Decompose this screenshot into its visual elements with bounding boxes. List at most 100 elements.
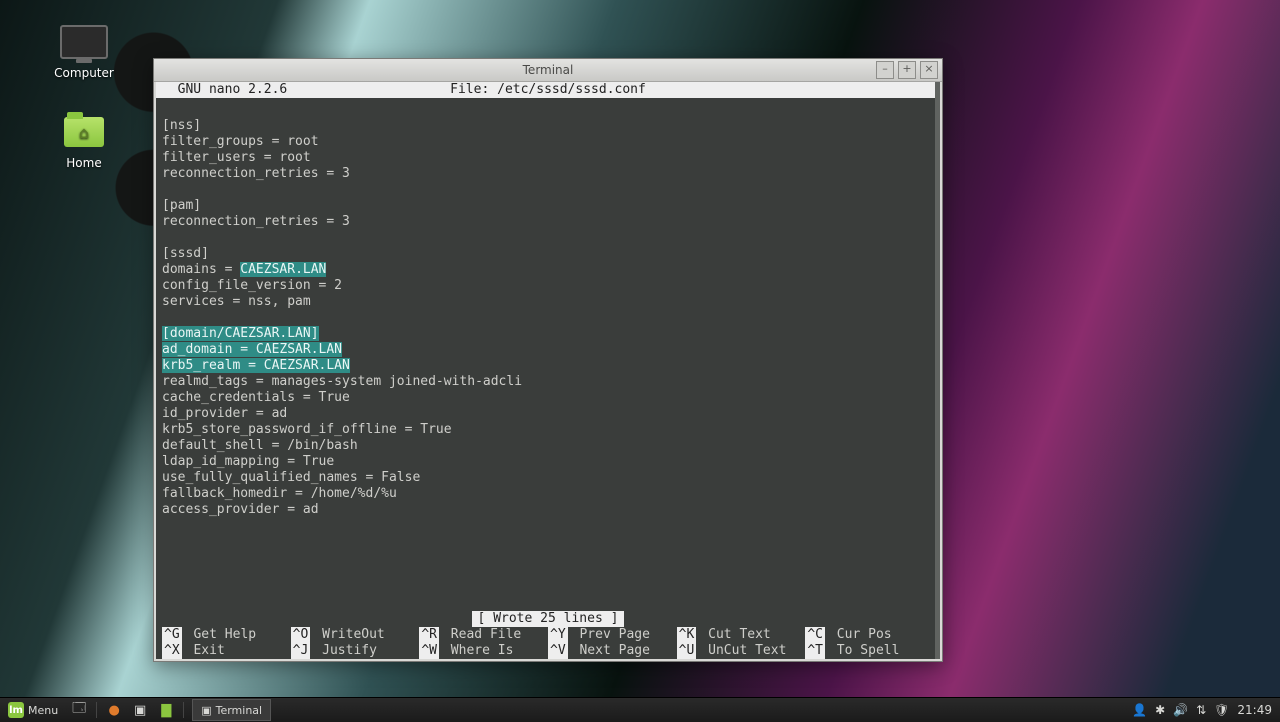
- window-titlebar[interactable]: Terminal – + ×: [154, 59, 942, 82]
- shortcut-key: ^W: [419, 643, 439, 659]
- home-folder-icon: [64, 117, 104, 147]
- nano-shortcut: ^W Where Is: [419, 643, 548, 659]
- nano-shortcut: ^Y Prev Page: [548, 627, 677, 643]
- nano-shortcut: ^R Read File: [419, 627, 548, 643]
- editor-line: id_provider = ad: [162, 406, 934, 422]
- shortcut-key: ^G: [162, 627, 182, 643]
- window-maximize-button[interactable]: +: [898, 61, 916, 79]
- editor-line: [162, 182, 934, 198]
- shortcut-label: UnCut Text: [700, 643, 786, 659]
- nano-shortcut: ^U UnCut Text: [677, 643, 806, 659]
- terminal-body[interactable]: GNU nano 2.2.6 File: /etc/sssd/sssd.conf…: [156, 82, 940, 659]
- editor-line: services = nss, pam: [162, 294, 934, 310]
- desktop-icon-computer[interactable]: Computer: [44, 22, 124, 80]
- network-tray-icon[interactable]: ⇅: [1196, 703, 1206, 717]
- editor-line: config_file_version = 2: [162, 278, 934, 294]
- nano-status-message: [ Wrote 25 lines ]: [472, 611, 625, 627]
- taskbar[interactable]: lm Menu 🗔 ● ▣ ▇ ▣ Terminal 👤 ✱ 🔊 ⇅ 🛡 21:…: [0, 697, 1280, 722]
- editor-line: krb5_store_password_if_offline = True: [162, 422, 934, 438]
- nano-shortcut-bar: ^G Get Help^O WriteOut^R Read File^Y Pre…: [162, 627, 934, 659]
- taskbar-separator: [183, 702, 184, 718]
- editor-line: cache_credentials = True: [162, 390, 934, 406]
- taskbar-separator: [96, 702, 97, 718]
- taskbar-task-terminal[interactable]: ▣ Terminal: [192, 699, 271, 721]
- system-tray: 👤 ✱ 🔊 ⇅ 🛡 21:49: [1132, 703, 1280, 717]
- shortcut-label: Cut Text: [700, 627, 770, 643]
- shortcut-key: ^V: [548, 643, 568, 659]
- nano-shortcut: ^V Next Page: [548, 643, 677, 659]
- shortcut-key: ^C: [805, 627, 825, 643]
- editor-line: [pam]: [162, 198, 934, 214]
- shortcut-label: Read File: [443, 627, 521, 643]
- desktop-icon-label: Home: [44, 156, 124, 170]
- shortcut-key: ^K: [677, 627, 697, 643]
- editor-line: [162, 310, 934, 326]
- show-desktop-button[interactable]: 🗔: [69, 700, 89, 720]
- shortcut-key: ^Y: [548, 627, 568, 643]
- editor-line: filter_users = root: [162, 150, 934, 166]
- volume-tray-icon[interactable]: 🔊: [1173, 703, 1188, 717]
- editor-line: ldap_id_mapping = True: [162, 454, 934, 470]
- nano-editor-content[interactable]: [nss]filter_groups = rootfilter_users = …: [156, 98, 940, 518]
- editor-line: krb5_realm = CAEZSAR.LAN: [162, 358, 934, 374]
- window-minimize-button[interactable]: –: [876, 61, 894, 79]
- shortcut-key: ^X: [162, 643, 182, 659]
- nano-shortcut: ^G Get Help: [162, 627, 291, 643]
- window-title: Terminal: [523, 63, 574, 77]
- shortcut-key: ^R: [419, 627, 439, 643]
- shortcut-label: To Spell: [829, 643, 899, 659]
- editor-line: ad_domain = CAEZSAR.LAN: [162, 342, 934, 358]
- nano-header: GNU nano 2.2.6 File: /etc/sssd/sssd.conf: [156, 82, 940, 98]
- editor-line: realmd_tags = manages-system joined-with…: [162, 374, 934, 390]
- shortcut-key: ^J: [291, 643, 311, 659]
- taskbar-task-label: Terminal: [216, 704, 263, 717]
- desktop-icon-home[interactable]: Home: [44, 112, 124, 170]
- nano-shortcut: ^T To Spell: [805, 643, 934, 659]
- editor-line: [162, 102, 934, 118]
- editor-line: domains = CAEZSAR.LAN: [162, 262, 934, 278]
- editor-line: access_provider = ad: [162, 502, 934, 518]
- menu-label: Menu: [28, 704, 58, 717]
- shield-tray-icon[interactable]: 🛡: [1214, 703, 1229, 717]
- nano-shortcut: ^O WriteOut: [291, 627, 420, 643]
- shortcut-label: Next Page: [572, 643, 650, 659]
- editor-line: default_shell = /bin/bash: [162, 438, 934, 454]
- files-launcher[interactable]: ▇: [156, 700, 176, 720]
- editor-line: use_fully_qualified_names = False: [162, 470, 934, 486]
- nano-shortcut: ^X Exit: [162, 643, 291, 659]
- editor-line: [sssd]: [162, 246, 934, 262]
- shortcut-label: Exit: [186, 643, 225, 659]
- editor-line: [domain/CAEZSAR.LAN]: [162, 326, 934, 342]
- bluetooth-tray-icon[interactable]: ✱: [1155, 703, 1165, 717]
- nano-shortcut: ^J Justify: [291, 643, 420, 659]
- mint-logo-icon: lm: [8, 702, 24, 718]
- editor-line: fallback_homedir = /home/%d/%u: [162, 486, 934, 502]
- shortcut-key: ^T: [805, 643, 825, 659]
- menu-button[interactable]: lm Menu: [0, 698, 66, 722]
- terminal-scrollbar[interactable]: [935, 82, 940, 659]
- editor-line: reconnection_retries = 3: [162, 214, 934, 230]
- shortcut-label: Cur Pos: [829, 627, 892, 643]
- computer-icon: [60, 25, 108, 59]
- shortcut-label: Justify: [314, 643, 377, 659]
- terminal-window[interactable]: Terminal – + × GNU nano 2.2.6 File: /etc…: [153, 58, 943, 662]
- nano-shortcut: ^K Cut Text: [677, 627, 806, 643]
- shortcut-label: Where Is: [443, 643, 513, 659]
- editor-line: reconnection_retries = 3: [162, 166, 934, 182]
- firefox-launcher[interactable]: ●: [104, 700, 124, 720]
- taskbar-clock[interactable]: 21:49: [1237, 703, 1272, 717]
- shortcut-label: WriteOut: [314, 627, 384, 643]
- editor-line: [nss]: [162, 118, 934, 134]
- shortcut-label: Prev Page: [572, 627, 650, 643]
- desktop-icon-label: Computer: [44, 66, 124, 80]
- window-close-button[interactable]: ×: [920, 61, 938, 79]
- terminal-launcher[interactable]: ▣: [130, 700, 150, 720]
- shortcut-label: Get Help: [186, 627, 256, 643]
- user-tray-icon[interactable]: 👤: [1132, 703, 1147, 717]
- shortcut-key: ^O: [291, 627, 311, 643]
- shortcut-key: ^U: [677, 643, 697, 659]
- nano-shortcut: ^C Cur Pos: [805, 627, 934, 643]
- editor-line: filter_groups = root: [162, 134, 934, 150]
- terminal-icon: ▣: [201, 704, 211, 717]
- nano-file-name: File: /etc/sssd/sssd.conf: [156, 82, 940, 98]
